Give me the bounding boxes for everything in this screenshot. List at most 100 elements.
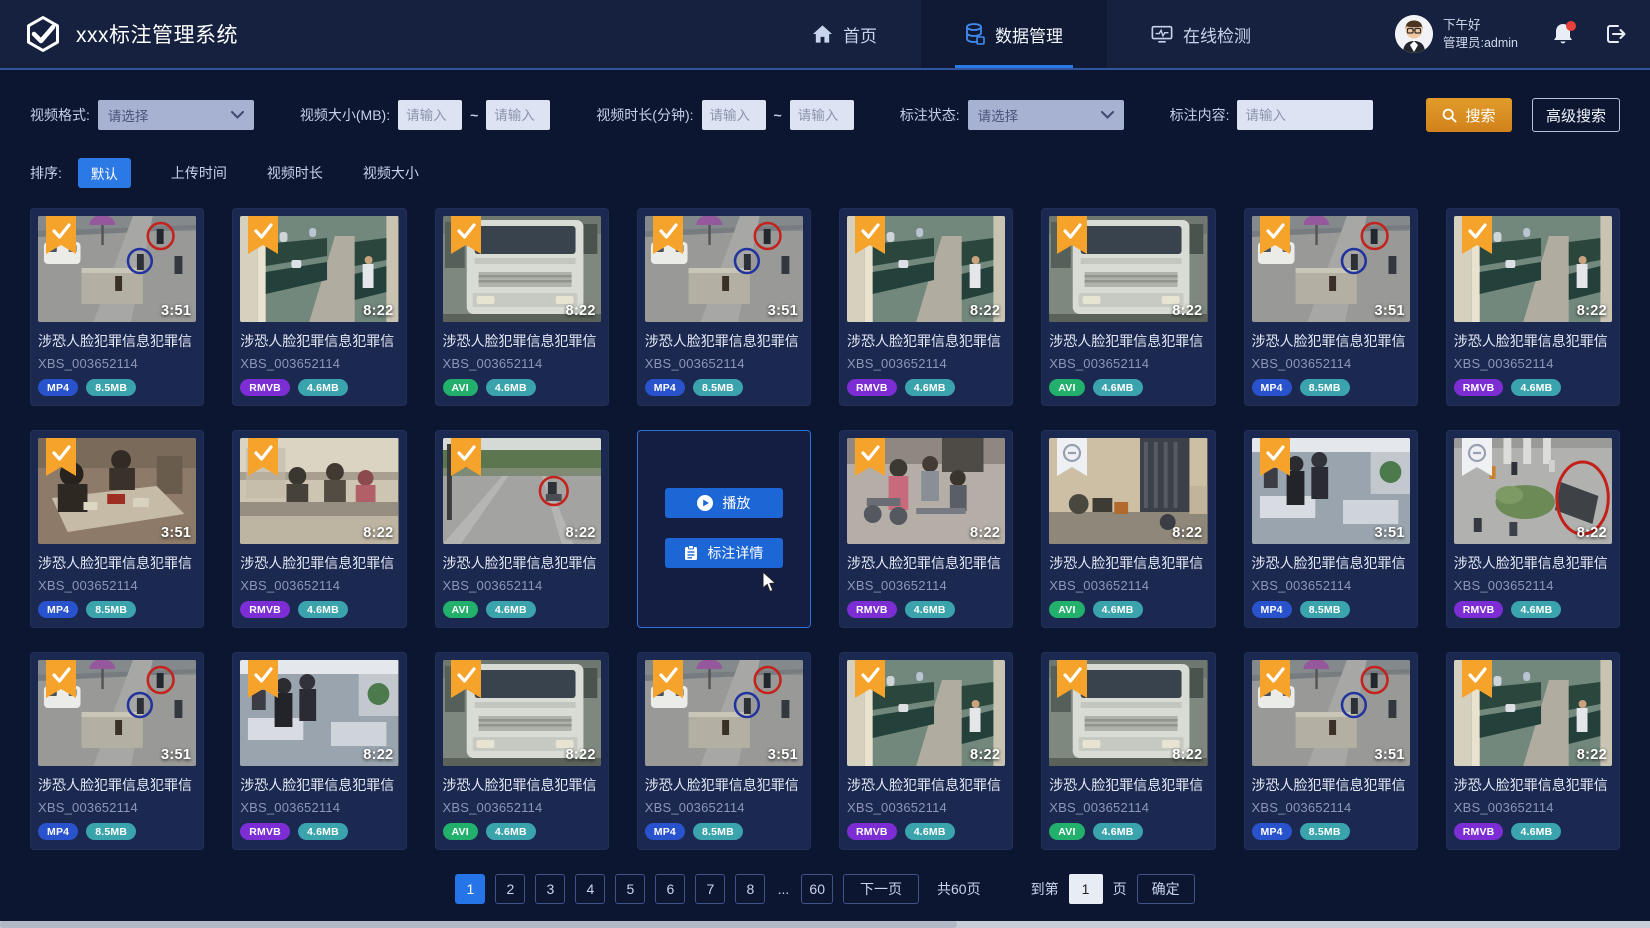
selected-checkbox[interactable] (653, 216, 683, 254)
video-card[interactable]: 8:22涉恐人脸犯罪信息犯罪信XBS_003652114RMVB4.6MB (232, 652, 406, 850)
video-card[interactable]: 3:51涉恐人脸犯罪信息犯罪信XBS_003652114MP48.5MB (30, 652, 204, 850)
nav-item-data-management[interactable]: 数据管理 (921, 0, 1107, 68)
video-card[interactable]: 8:22涉恐人脸犯罪信息犯罪信XBS_003652114AVI4.6MB (1041, 652, 1215, 850)
video-size-min-input[interactable] (398, 100, 462, 130)
page-button-1[interactable]: 1 (455, 874, 485, 904)
badge-row: RMVB4.6MB (1454, 379, 1612, 396)
selected-checkbox[interactable] (46, 438, 76, 476)
excluded-checkbox[interactable] (1057, 438, 1087, 476)
goto-page-input[interactable] (1069, 874, 1103, 904)
format-badge: RMVB (1454, 601, 1504, 618)
video-card[interactable]: 3:51涉恐人脸犯罪信息犯罪信XBS_003652114MP48.5MB (1244, 652, 1418, 850)
page-button-60[interactable]: 60 (801, 874, 833, 904)
user-greeting: 下午好 管理员:admin (1443, 16, 1518, 52)
search-button[interactable]: 搜索 (1426, 98, 1512, 132)
video-card-hovered[interactable]: 播放标注详情 (637, 430, 811, 628)
page-button-2[interactable]: 2 (495, 874, 525, 904)
video-card[interactable]: 3:51涉恐人脸犯罪信息犯罪信XBS_003652114MP48.5MB (1244, 208, 1418, 406)
video-size-max-input[interactable] (486, 100, 550, 130)
format-badge: AVI (443, 379, 478, 396)
video-card[interactable]: 3:51涉恐人脸犯罪信息犯罪信XBS_003652114MP48.5MB (1244, 430, 1418, 628)
nav-item-home[interactable]: 首页 (768, 0, 921, 68)
video-card[interactable]: 8:22涉恐人脸犯罪信息犯罪信XBS_003652114RMVB4.6MB (839, 208, 1013, 406)
video-card[interactable]: 3:51涉恐人脸犯罪信息犯罪信XBS_003652114MP48.5MB (637, 208, 811, 406)
annotation-status-select[interactable]: 请选择 (968, 100, 1124, 130)
page-button-3[interactable]: 3 (535, 874, 565, 904)
next-page-button[interactable]: 下一页 (843, 874, 919, 904)
selected-checkbox[interactable] (1260, 438, 1290, 476)
video-title: 涉恐人脸犯罪信息犯罪信 (443, 775, 601, 795)
selected-checkbox[interactable] (1462, 216, 1492, 254)
selected-checkbox[interactable] (855, 660, 885, 698)
page-button-7[interactable]: 7 (695, 874, 725, 904)
selected-checkbox[interactable] (1260, 660, 1290, 698)
badge-row: MP48.5MB (38, 379, 196, 396)
format-badge: AVI (443, 601, 478, 618)
video-card[interactable]: 3:51涉恐人脸犯罪信息犯罪信XBS_003652114MP48.5MB (30, 208, 204, 406)
annotation-detail-button[interactable]: 标注详情 (665, 538, 783, 568)
video-card[interactable]: 8:22涉恐人脸犯罪信息犯罪信XBS_003652114RMVB4.6MB (1446, 430, 1620, 628)
video-card[interactable]: 8:22涉恐人脸犯罪信息犯罪信XBS_003652114RMVB4.6MB (1446, 208, 1620, 406)
notification-bell-icon[interactable] (1552, 22, 1574, 46)
selected-checkbox[interactable] (451, 438, 481, 476)
selected-checkbox[interactable] (1057, 216, 1087, 254)
play-button[interactable]: 播放 (665, 488, 783, 518)
selected-checkbox[interactable] (653, 660, 683, 698)
selected-checkbox[interactable] (248, 660, 278, 698)
sort-option-video-size[interactable]: 视频大小 (363, 163, 419, 183)
video-thumbnail: 3:51 (1252, 660, 1410, 766)
video-id: XBS_003652114 (38, 578, 196, 593)
selected-checkbox[interactable] (451, 660, 481, 698)
video-format-select[interactable]: 请选择 (98, 100, 254, 130)
video-card[interactable]: 8:22涉恐人脸犯罪信息犯罪信XBS_003652114RMVB4.6MB (232, 208, 406, 406)
advanced-search-button[interactable]: 高级搜索 (1532, 98, 1620, 132)
selected-checkbox[interactable] (248, 438, 278, 476)
video-card[interactable]: 8:22涉恐人脸犯罪信息犯罪信XBS_003652114AVI4.6MB (435, 208, 609, 406)
selected-checkbox[interactable] (1260, 216, 1290, 254)
badge-row: RMVB4.6MB (240, 823, 398, 840)
avatar[interactable] (1395, 15, 1433, 53)
excluded-checkbox[interactable] (1462, 438, 1492, 476)
selected-checkbox[interactable] (46, 216, 76, 254)
nav-item-online-detection[interactable]: 在线检测 (1107, 0, 1295, 68)
sort-option-video-duration[interactable]: 视频时长 (267, 163, 323, 183)
badge-row: RMVB4.6MB (847, 601, 1005, 618)
filter-label: 标注内容: (1170, 105, 1230, 125)
video-duration-max-input[interactable] (790, 100, 854, 130)
page-button-6[interactable]: 6 (655, 874, 685, 904)
selected-checkbox[interactable] (451, 216, 481, 254)
confirm-button[interactable]: 确定 (1137, 874, 1195, 904)
video-card[interactable]: 8:22涉恐人脸犯罪信息犯罪信XBS_003652114RMVB4.6MB (1446, 652, 1620, 850)
sort-option-upload-time[interactable]: 上传时间 (171, 163, 227, 183)
annotation-content-input[interactable] (1237, 100, 1373, 130)
video-card[interactable]: 8:22涉恐人脸犯罪信息犯罪信XBS_003652114AVI4.6MB (435, 430, 609, 628)
scrollbar-thumb[interactable] (0, 921, 957, 928)
main-nav: 首页 数据管理 在线检测 (768, 0, 1295, 68)
badge-row: MP48.5MB (1252, 823, 1410, 840)
video-duration-min-input[interactable] (702, 100, 766, 130)
video-card[interactable]: 3:51涉恐人脸犯罪信息犯罪信XBS_003652114MP48.5MB (30, 430, 204, 628)
selected-checkbox[interactable] (855, 216, 885, 254)
video-card[interactable]: 8:22涉恐人脸犯罪信息犯罪信XBS_003652114RMVB4.6MB (839, 652, 1013, 850)
video-thumbnail: 3:51 (1252, 216, 1410, 322)
logout-icon[interactable] (1604, 22, 1628, 46)
badge-row: AVI4.6MB (1049, 601, 1207, 618)
horizontal-scrollbar[interactable] (0, 921, 1650, 928)
selected-checkbox[interactable] (1057, 660, 1087, 698)
video-card[interactable]: 3:51涉恐人脸犯罪信息犯罪信XBS_003652114MP48.5MB (637, 652, 811, 850)
selected-checkbox[interactable] (1462, 660, 1492, 698)
video-card[interactable]: 8:22涉恐人脸犯罪信息犯罪信XBS_003652114AVI4.6MB (1041, 430, 1215, 628)
video-card[interactable]: 8:22涉恐人脸犯罪信息犯罪信XBS_003652114RMVB4.6MB (839, 430, 1013, 628)
sort-option-default[interactable]: 默认 (78, 158, 131, 188)
page-button-5[interactable]: 5 (615, 874, 645, 904)
selected-checkbox[interactable] (248, 216, 278, 254)
video-duration: 8:22 (970, 525, 1000, 541)
page-button-8[interactable]: 8 (735, 874, 765, 904)
page-button-4[interactable]: 4 (575, 874, 605, 904)
video-card[interactable]: 8:22涉恐人脸犯罪信息犯罪信XBS_003652114AVI4.6MB (1041, 208, 1215, 406)
video-card[interactable]: 8:22涉恐人脸犯罪信息犯罪信XBS_003652114AVI4.6MB (435, 652, 609, 850)
format-badge: MP4 (645, 379, 685, 396)
video-card[interactable]: 8:22涉恐人脸犯罪信息犯罪信XBS_003652114RMVB4.6MB (232, 430, 406, 628)
selected-checkbox[interactable] (46, 660, 76, 698)
selected-checkbox[interactable] (855, 438, 885, 476)
